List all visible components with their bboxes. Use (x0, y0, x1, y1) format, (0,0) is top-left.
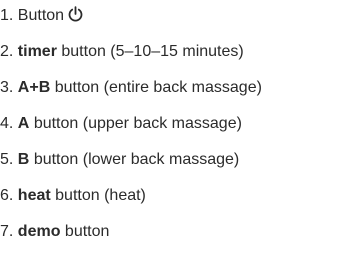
item-button-name: B (17, 151, 30, 168)
item-number: 6. (0, 187, 14, 204)
item-description: button (heat) (55, 187, 146, 204)
list-item-1: 1. Button (0, 6, 84, 26)
item-button-name: timer (17, 43, 57, 60)
item-number: 3. (0, 79, 14, 96)
item-number: 4. (0, 115, 14, 132)
item-description: button (64, 223, 110, 240)
item-button-name: heat (17, 187, 51, 204)
list-item-2: 2. timer button (5–10–15 minutes) (0, 42, 244, 62)
item-button-name: A+B (17, 79, 51, 96)
item-label: Button (17, 7, 65, 24)
item-number: 1. (0, 7, 14, 24)
item-description: button (5–10–15 minutes) (61, 43, 244, 60)
list-item-4: 4. A button (upper back massage) (0, 114, 242, 134)
item-button-name: demo (17, 223, 61, 240)
item-number: 2. (0, 43, 14, 60)
item-number: 5. (0, 151, 14, 168)
item-description: button (lower back massage) (33, 151, 240, 168)
item-description: button (entire back massage) (54, 79, 262, 96)
list-item-3: 3. A+B button (entire back massage) (0, 78, 262, 98)
list-item-7: 7. demo button (0, 222, 109, 242)
power-icon (67, 6, 84, 23)
button-list: 1. Button 2. timer button (5–10–15 minut… (0, 0, 349, 256)
item-number: 7. (0, 223, 14, 240)
list-item-6: 6. heat button (heat) (0, 186, 146, 206)
list-item-5: 5. B button (lower back massage) (0, 150, 239, 170)
item-button-name: A (17, 115, 30, 132)
item-description: button (upper back massage) (33, 115, 242, 132)
